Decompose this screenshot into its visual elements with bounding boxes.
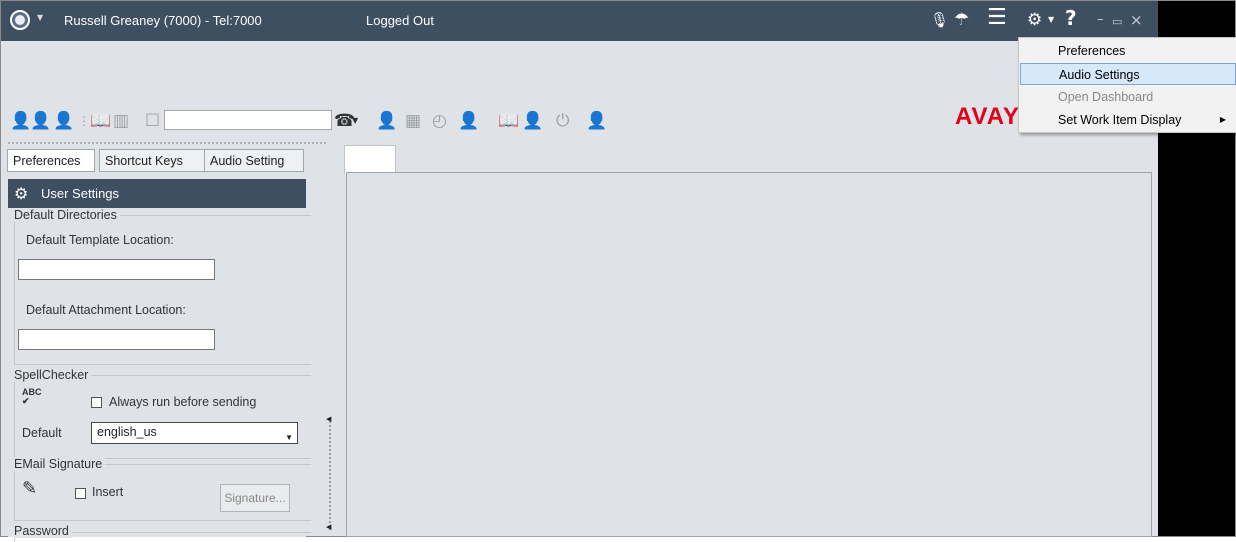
menu-item-open-dashboard: Open Dashboard (1058, 90, 1154, 104)
insert-signature-checkbox[interactable] (75, 488, 86, 499)
user-settings-header: ⚙ User Settings (8, 179, 306, 208)
document-area (346, 172, 1152, 537)
separator-icon: ⋮ (78, 114, 90, 128)
default-attachment-label: Default Attachment Location: (26, 303, 186, 317)
checkbox-icon[interactable]: ☐ (145, 111, 160, 131)
minimize-button[interactable]: – (1097, 10, 1104, 30)
clock-icon[interactable]: ◴ (432, 111, 447, 131)
default-directories-title: Default Directories (14, 208, 120, 222)
menu-item-set-work-item-display[interactable]: Set Work Item Display ▶ (1020, 109, 1236, 131)
avaya-logo: AVAY (955, 103, 1020, 130)
settings-gear-icon[interactable]: ⚙ (1027, 10, 1042, 30)
collapse-left-icon[interactable]: ◀ (326, 415, 331, 423)
document-tab[interactable] (344, 145, 396, 174)
directory-book-icon[interactable]: 📖 (90, 111, 111, 131)
callback-icon[interactable]: ⏻ (556, 111, 569, 131)
toolbar-divider (8, 142, 326, 146)
title-bar: ▼ Russell Greaney (7000) - Tel:7000 Logg… (1, 1, 1158, 41)
password-title: Password (14, 524, 72, 538)
spellcheck-abc-icon: ABC ✔ (22, 387, 42, 406)
user-info: Russell Greaney (7000) - Tel:7000 (64, 13, 262, 28)
contact-status-icon[interactable]: 👤 (30, 111, 51, 131)
agent-stats-icon[interactable]: 👤 (586, 111, 607, 131)
app-menu-button[interactable] (10, 10, 30, 30)
default-language-select[interactable]: english_us ▼ (91, 422, 298, 444)
user-settings-panel: Default Directories Default Template Loc… (8, 208, 311, 542)
settings-caret-icon[interactable]: ▼ (1048, 10, 1054, 30)
maximize-button[interactable]: ▭ (1112, 12, 1122, 32)
email-signature-title: EMail Signature (14, 457, 106, 471)
book-search-icon[interactable]: 📖 (498, 111, 519, 131)
always-run-checkbox[interactable] (91, 397, 102, 408)
spellchecker-group (14, 375, 311, 459)
tab-preferences[interactable]: Preferences (7, 149, 95, 172)
settings-dropdown-menu: Preferences Audio Settings Open Dashboar… (1018, 37, 1236, 133)
menu-item-preferences[interactable]: Preferences (1020, 40, 1236, 62)
tab-audio-setting[interactable]: Audio Setting (204, 149, 304, 172)
app-menu-caret-icon[interactable]: ▼ (37, 13, 43, 22)
spellchecker-title: SpellChecker (14, 368, 92, 382)
panel-splitter[interactable] (329, 418, 335, 530)
microphone-icon[interactable]: 🎙 (930, 10, 949, 30)
insert-signature-label: Insert (92, 485, 124, 499)
default-template-label: Default Template Location: (26, 233, 174, 247)
user-search-icon[interactable]: 👤 (522, 111, 543, 131)
default-template-input[interactable] (18, 259, 215, 280)
help-button[interactable]: ? (1065, 8, 1077, 28)
keypad-icon[interactable]: ▦ (405, 111, 421, 131)
menu-item-set-work-item-display-label: Set Work Item Display (1058, 113, 1182, 127)
hamburger-menu-icon[interactable]: ☰ (987, 7, 1007, 29)
gear-icon: ⚙ (14, 186, 29, 203)
default-language-label: Default (22, 426, 62, 440)
collapse-left-icon-bottom[interactable]: ◀ (326, 523, 331, 531)
menu-item-audio-settings[interactable]: Audio Settings (1020, 63, 1236, 85)
contact-icon[interactable]: 👤 (10, 111, 31, 131)
signature-button[interactable]: Signature... (220, 484, 290, 512)
dial-caret-icon[interactable]: ▼ (352, 116, 358, 125)
cloud-sync-icon[interactable]: ☂ (954, 10, 969, 30)
chevron-down-icon: ▼ (285, 433, 293, 442)
edit-signature-icon: ✎ (22, 478, 38, 498)
transfer-icon[interactable]: 👤 (458, 111, 479, 131)
agent-icon[interactable]: 👤 (376, 111, 397, 131)
submenu-arrow-icon: ▶ (1219, 115, 1226, 124)
close-button[interactable]: × (1130, 10, 1143, 30)
always-run-label: Always run before sending (109, 395, 257, 409)
login-status: Logged Out (366, 13, 434, 28)
default-attachment-input[interactable] (18, 329, 215, 350)
dial-search-input[interactable] (164, 110, 332, 130)
default-language-value: english_us (97, 425, 157, 439)
tab-shortcut-keys[interactable]: Shortcut Keys (99, 149, 208, 172)
directory-list-icon[interactable]: ▥ (113, 111, 129, 131)
contact-search-icon[interactable]: 👤 (53, 111, 74, 131)
user-settings-title: User Settings (41, 186, 120, 201)
